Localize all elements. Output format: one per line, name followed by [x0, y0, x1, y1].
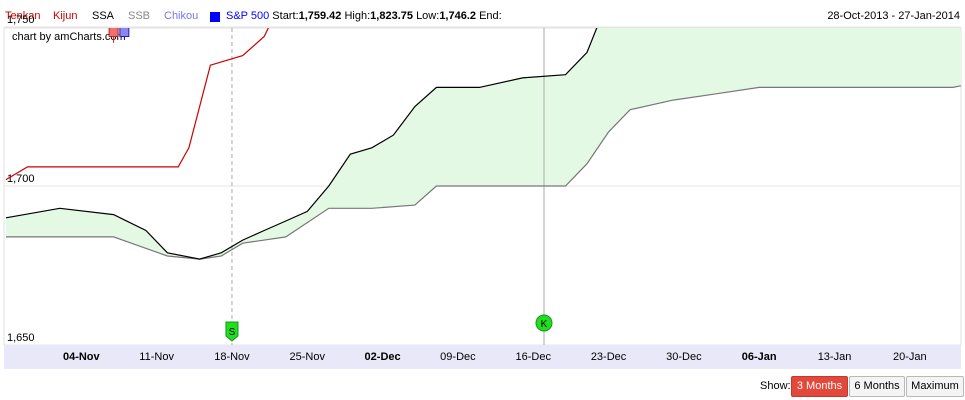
candle-body [12, 0, 21, 5]
signal-flag-label: S [229, 327, 236, 338]
ichimoku-cloud [6, 28, 961, 260]
x-tick-label: 23-Dec [591, 351, 627, 363]
period-6-months-button[interactable]: 6 Months [849, 376, 905, 397]
candle-body [45, 0, 54, 11]
x-tick-label: 11-Nov [139, 351, 174, 363]
x-tick-label: 16-Dec [516, 351, 552, 363]
y-tick-label: 1,650 [7, 332, 35, 344]
x-tick-label: 20-Jan [893, 351, 927, 363]
candle-body [108, 28, 119, 38]
x-tick-label: 13-Jan [818, 351, 852, 363]
candle-body [34, 0, 43, 11]
y-tick-label: 1,700 [7, 173, 35, 185]
plot-series [2, 0, 961, 345]
period-selector: Show: 3 Months 6 Months Maximum [0, 372, 965, 400]
x-tick-label: 04-Nov [63, 351, 101, 363]
signal-circle-label: K [541, 319, 548, 330]
candlestick-chart[interactable]: 1,6501,7001,7501,80004-Nov11-Nov18-Nov25… [0, 0, 965, 372]
x-tick-label: 18-Nov [214, 351, 250, 363]
period-maximum-button[interactable]: Maximum [906, 376, 964, 397]
x-tick-label: 02-Dec [365, 351, 401, 363]
x-tick-label: 09-Dec [440, 351, 476, 363]
x-tick-label: 06-Jan [742, 351, 777, 363]
x-tick-label: 25-Nov [290, 351, 326, 363]
x-tick-label: 30-Dec [666, 351, 702, 363]
candle-body [2, 0, 11, 8]
y-tick-label: 1,750 [7, 14, 35, 26]
period-3-months-button[interactable]: 3 Months [791, 376, 848, 397]
candle-body [119, 28, 130, 38]
show-label: Show: [760, 380, 791, 392]
